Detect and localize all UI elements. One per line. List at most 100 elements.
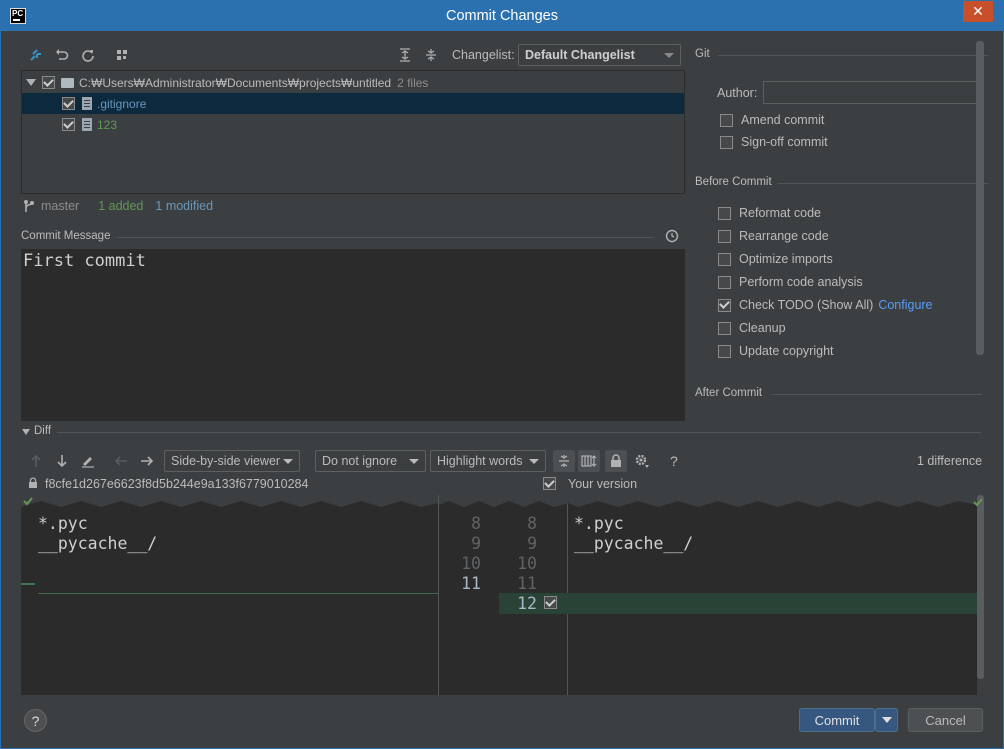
checkbox-box[interactable] (720, 135, 733, 149)
file-name: .gitignore (97, 96, 147, 111)
diff-scrollbar[interactable] (977, 495, 984, 679)
code-line: *.pyc (38, 514, 88, 533)
line-number: 9 (471, 534, 481, 553)
code-analysis-checkbox[interactable]: Perform code analysis (718, 275, 863, 289)
checkbox-label: Sign-off commit (741, 135, 828, 149)
ignore-value: Do not ignore (322, 454, 398, 468)
checkbox-box[interactable] (720, 113, 733, 127)
refresh-icon[interactable] (79, 46, 97, 64)
code-line: __pycache__/ (574, 534, 694, 553)
collapse-unchanged-icon[interactable] (553, 450, 575, 472)
commit-message-editor[interactable]: First commit (21, 249, 685, 421)
settings-gear-icon[interactable] (633, 452, 651, 470)
tree-file-row[interactable]: .gitignore (22, 93, 684, 114)
check-icon (23, 497, 33, 506)
previous-difference-icon[interactable] (27, 452, 45, 470)
checkbox-label: Cleanup (739, 321, 786, 335)
collapse-all-icon[interactable] (422, 46, 440, 64)
commit-message-label: Commit Message (21, 230, 111, 242)
edit-source-icon[interactable] (79, 452, 97, 470)
cleanup-checkbox[interactable]: Cleanup (718, 321, 786, 335)
changelist-label: Changelist: (452, 48, 515, 62)
rollback-icon[interactable] (53, 46, 71, 64)
left-diff-pane[interactable]: *.pyc __pycache__/ (21, 495, 438, 695)
clock-icon[interactable] (663, 227, 681, 245)
changelist-value: Default Changelist (525, 48, 635, 62)
checkbox-box[interactable] (718, 298, 731, 312)
file-checkbox[interactable] (62, 118, 75, 131)
diff-collapse-icon[interactable] (22, 429, 30, 435)
changelist-select[interactable]: Default Changelist (518, 44, 681, 66)
file-name: 123 (97, 117, 118, 132)
folder-icon (61, 77, 74, 88)
forward-arrow-icon[interactable] (138, 452, 156, 470)
root-count: 2 files (397, 75, 429, 90)
checkbox-box[interactable] (718, 229, 731, 243)
rearrange-code-checkbox[interactable]: Rearrange code (718, 229, 829, 243)
help-button[interactable]: ? (24, 709, 47, 732)
back-arrow-icon[interactable] (112, 452, 130, 470)
tree-root-row[interactable]: C:₩Users₩Administrator₩Documents₩project… (22, 72, 684, 93)
lock-icon[interactable] (605, 450, 627, 472)
sign-off-checkbox[interactable]: Sign-off commit (720, 135, 828, 149)
folded-region-icon (568, 495, 977, 507)
cancel-button[interactable]: Cancel (908, 708, 983, 732)
checkbox-box[interactable] (718, 206, 731, 220)
root-checkbox[interactable] (42, 76, 55, 89)
folded-region-icon (21, 495, 438, 507)
separator (57, 432, 981, 433)
next-difference-icon[interactable] (53, 452, 71, 470)
amend-commit-checkbox[interactable]: Amend commit (720, 113, 824, 127)
line-number: 9 (527, 534, 537, 553)
line-number: 10 (461, 554, 481, 573)
optimize-imports-checkbox[interactable]: Optimize imports (718, 252, 833, 266)
separator (772, 394, 982, 395)
line-number: 11 (517, 574, 537, 593)
ignore-select[interactable]: Do not ignore (315, 450, 426, 472)
code-line: __pycache__/ (38, 534, 158, 553)
sync-scroll-icon[interactable] (578, 450, 600, 472)
checkbox-box[interactable] (718, 275, 731, 289)
inserted-line-highlight (568, 593, 977, 614)
commit-button[interactable]: Commit (799, 708, 875, 732)
chevron-down-icon (283, 459, 293, 464)
update-copyright-checkbox[interactable]: Update copyright (718, 344, 834, 358)
branch-icon (24, 200, 34, 212)
viewer-select[interactable]: Side-by-side viewer (164, 450, 300, 472)
checkbox-box[interactable] (718, 252, 731, 266)
after-commit-section-label: After Commit (695, 387, 763, 399)
check-todo-checkbox[interactable]: Check TODO (Show All) Configure (718, 298, 933, 312)
author-field[interactable] (763, 81, 979, 104)
file-checkbox[interactable] (62, 97, 75, 110)
show-diff-icon[interactable] (27, 46, 45, 64)
author-label: Author: (717, 86, 758, 100)
window-title: Commit Changes (445, 8, 558, 24)
include-changes-checkbox[interactable] (543, 477, 556, 490)
diff-help-icon[interactable]: ? (670, 453, 678, 469)
group-by-icon[interactable] (113, 46, 131, 64)
commit-options-button[interactable] (875, 708, 898, 732)
chevron-down-icon (409, 459, 419, 464)
expand-all-icon[interactable] (396, 46, 414, 64)
configure-link[interactable]: Configure (878, 298, 932, 312)
text-file-icon (82, 97, 92, 110)
right-diff-pane[interactable]: *.pyc __pycache__/ (568, 495, 977, 695)
collapse-arrow-icon[interactable] (26, 79, 36, 86)
checkbox-label: Perform code analysis (739, 275, 863, 289)
close-button[interactable]: ✕ (963, 1, 993, 22)
reformat-code-checkbox[interactable]: Reformat code (718, 206, 821, 220)
checkbox-label: Amend commit (741, 113, 825, 127)
highlight-select[interactable]: Highlight words (430, 450, 546, 472)
changes-tree: C:₩Users₩Administrator₩Documents₩project… (21, 70, 685, 194)
text-file-icon (82, 118, 92, 131)
commit-options-panel: Git Author: Amend commit Sign-off commit… (694, 43, 988, 421)
line-number: 8 (527, 514, 537, 533)
chevron-down-icon (664, 53, 674, 58)
added-count: 1 added (98, 199, 144, 213)
accept-change-checkbox[interactable] (544, 596, 557, 609)
root-path: C:₩Users₩Administrator₩Documents₩project… (79, 75, 392, 90)
options-scrollbar[interactable] (976, 41, 984, 355)
tree-file-row[interactable]: 123 (22, 114, 684, 135)
checkbox-box[interactable] (718, 321, 731, 335)
checkbox-box[interactable] (718, 344, 731, 358)
